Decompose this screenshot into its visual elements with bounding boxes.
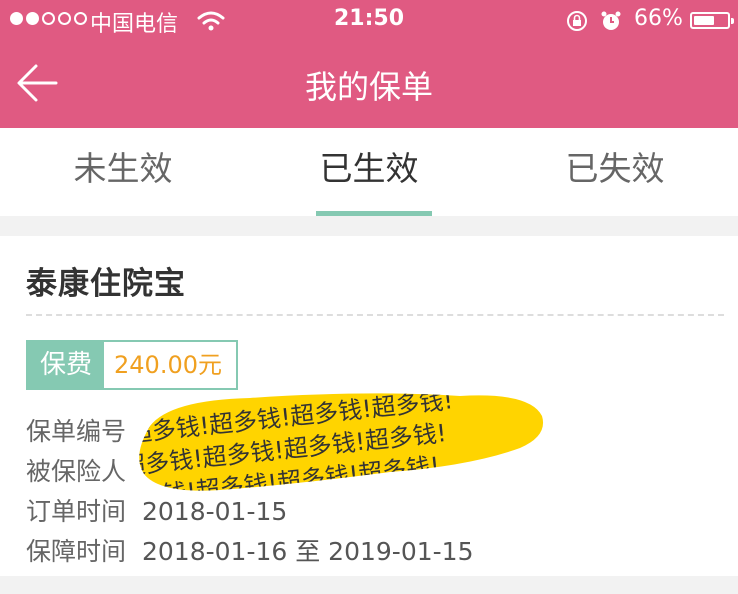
tab-expired[interactable]: 已失效 xyxy=(492,128,738,216)
field-label: 保单编号 xyxy=(26,417,127,446)
order-time-row: 订单时间 2018-01-15 xyxy=(26,492,287,528)
page-title: 我的保单 xyxy=(304,68,433,106)
battery-icon xyxy=(690,12,734,29)
field-value: 2018-01-16 至 2019-01-15 xyxy=(142,537,474,566)
field-label: 订单时间 xyxy=(26,497,127,526)
insured-row: 被保险人 xyxy=(26,452,142,488)
tab-not-effective[interactable]: 未生效 xyxy=(0,128,246,216)
product-name: 泰康住院宝 xyxy=(26,266,186,302)
dashed-divider xyxy=(26,314,724,316)
field-label: 被保险人 xyxy=(26,457,127,486)
tab-effective[interactable]: 已生效 xyxy=(246,128,492,216)
tab-label: 未生效 xyxy=(73,149,173,188)
alarm-icon xyxy=(601,11,621,30)
field-label: 保障时间 xyxy=(26,537,127,566)
status-bar: 中国电信 21:50 66% xyxy=(0,0,738,40)
field-value: 2018-01-15 xyxy=(142,497,288,526)
app-header: 中国电信 21:50 66% 我的保单 xyxy=(0,0,738,128)
tab-label: 已生效 xyxy=(319,149,419,188)
coverage-time-row: 保障时间 2018-01-16 至 2019-01-15 xyxy=(26,532,473,568)
premium-badge: 保费 240.00元 xyxy=(26,340,238,390)
policy-status-tabs: 未生效 已生效 已失效 xyxy=(0,128,738,216)
active-tab-indicator xyxy=(316,211,432,216)
policy-number-row: 保单编号 xyxy=(26,412,142,448)
status-time: 21:50 xyxy=(333,6,405,31)
premium-value: 240.00元 xyxy=(104,342,236,388)
tab-label: 已失效 xyxy=(565,149,665,188)
battery-percentage: 66% xyxy=(634,6,683,31)
premium-label: 保费 xyxy=(28,342,105,388)
rotation-lock-icon xyxy=(567,11,587,31)
redaction-sticker: 超多钱!超多钱!超多钱!超多钱! 超多钱!超多钱!超多钱!超多钱! 超多钱!超多… xyxy=(139,393,544,491)
